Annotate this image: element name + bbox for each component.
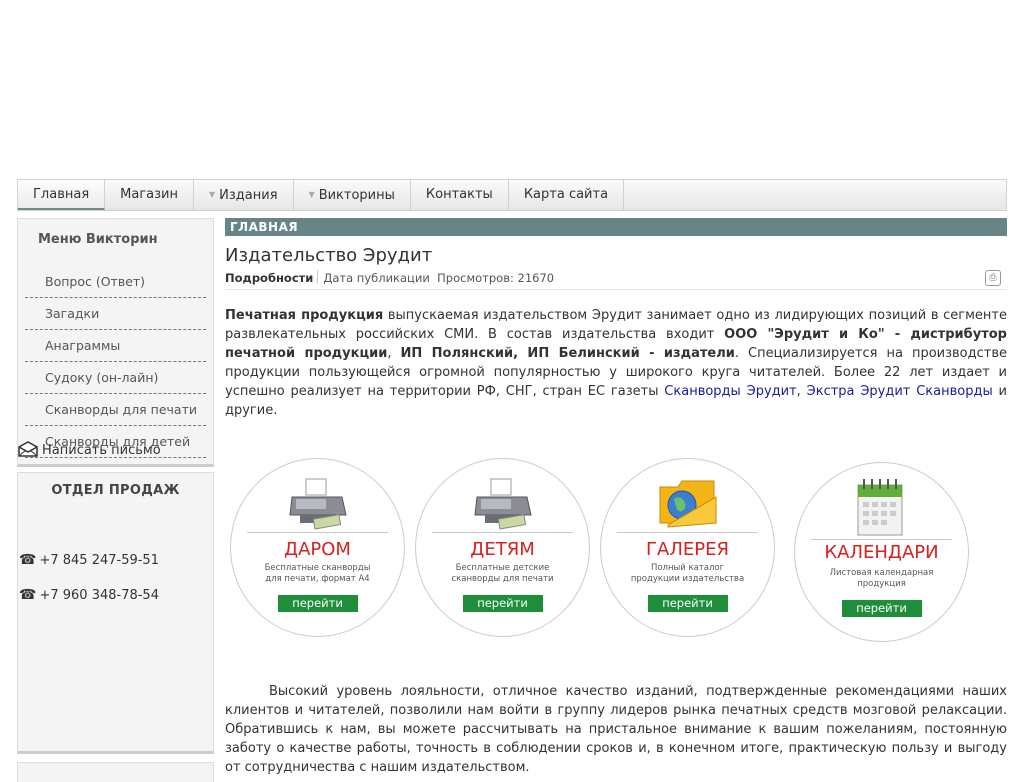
print-icon[interactable]: ⎙ bbox=[985, 270, 1001, 286]
nav-label: Издания bbox=[219, 188, 278, 203]
write-letter-label: Написать письмо bbox=[42, 443, 161, 458]
phone-icon: ☎ bbox=[19, 552, 37, 568]
phone-icon: ☎ bbox=[19, 587, 37, 603]
intro-text: , bbox=[796, 384, 807, 399]
intro-text: , bbox=[387, 346, 401, 361]
nav-label: Главная bbox=[33, 187, 90, 202]
printer-icon bbox=[288, 478, 347, 530]
write-letter-link[interactable]: Написать письмо bbox=[18, 441, 161, 458]
folder-globe-icon bbox=[659, 480, 716, 528]
card-divider bbox=[247, 532, 388, 533]
article-title: Издательство Эрудит bbox=[225, 245, 433, 266]
phone-number: +7 845 247-59-51 bbox=[39, 553, 159, 568]
nav-label: Викторины bbox=[318, 188, 395, 203]
meta-details: Подробности bbox=[225, 271, 314, 285]
intro-paragraph: Печатная продукция выпускаемая издательс… bbox=[225, 306, 1007, 420]
intro-bold: Печатная продукция bbox=[225, 308, 384, 323]
card-divider bbox=[811, 539, 952, 540]
card-desc: сканворды для печати bbox=[451, 574, 554, 584]
meta-publish-date: Дата публикации bbox=[323, 271, 430, 285]
menu-item-question-answer[interactable]: Вопрос (Ответ) bbox=[25, 266, 206, 298]
card-desc: для печати, формат А4 bbox=[265, 574, 370, 584]
sidebar: Меню Викторин Вопрос (Ответ) Загадки Ана… bbox=[17, 218, 214, 782]
card-desc: продукции издательства bbox=[630, 574, 745, 584]
intro-text: . bbox=[273, 403, 278, 418]
card-title: КАЛЕНДАРИ bbox=[824, 542, 939, 563]
intro-bold: ИП Полянский, ИП Белинский - издатели bbox=[400, 346, 735, 361]
phone-number: +7 960 348-78-54 bbox=[39, 588, 159, 603]
menu-item-riddles[interactable]: Загадки bbox=[25, 298, 206, 330]
card-title: ГАЛЕРЕЯ bbox=[646, 539, 729, 560]
card-title: ДАРОМ bbox=[284, 539, 351, 560]
sidebar-box bbox=[17, 762, 214, 782]
nav-label: Магазин bbox=[120, 187, 178, 202]
card-desc: Полный каталог bbox=[650, 563, 725, 573]
card-go-button[interactable]: перейти bbox=[277, 595, 358, 612]
meta-views: Просмотров: 21670 bbox=[437, 271, 555, 285]
nav-item-editions[interactable]: ▼ Издания bbox=[194, 180, 294, 210]
printer-icon bbox=[473, 478, 532, 530]
phone-line-2: ☎ +7 960 348-78-54 bbox=[19, 587, 159, 603]
intro-text: и bbox=[992, 384, 1007, 399]
card-desc: продукция bbox=[857, 579, 906, 589]
card-divider bbox=[617, 532, 758, 533]
quiz-menu-title: Меню Викторин bbox=[38, 232, 158, 247]
nav-label: Контакты bbox=[425, 187, 493, 202]
main-navigation: Главная Магазин ▼ Издания ▼ Викторины Конт… bbox=[17, 179, 1007, 211]
card-free: ДАРОМ Бесплатные сканворды для печати, ф… bbox=[230, 458, 405, 637]
link-scanwords-erudit[interactable]: Сканворды Эрудит bbox=[664, 384, 796, 399]
envelope-icon bbox=[18, 441, 38, 457]
card-gallery: ГАЛЕРЕЯ Полный каталог продукции издател… bbox=[600, 458, 775, 637]
meta-divider bbox=[317, 270, 319, 284]
card-go-button[interactable]: перейти bbox=[841, 600, 922, 617]
card-go-button[interactable]: перейти bbox=[462, 595, 543, 612]
quiz-menu-list: Вопрос (Ответ) Загадки Анаграммы Судоку … bbox=[25, 266, 206, 458]
card-desc: Бесплатные детские bbox=[455, 563, 550, 573]
card-title: ДЕТЯМ bbox=[470, 539, 535, 560]
sales-title: ОТДЕЛ ПРОДАЖ bbox=[51, 483, 180, 498]
nav-item-sitemap[interactable]: Карта сайта bbox=[509, 180, 625, 210]
menu-item-scanwords-print[interactable]: Сканворды для печати bbox=[25, 394, 206, 426]
card-calendars: КАЛЕНДАРИ Листовая календарная продукция… bbox=[794, 462, 969, 642]
nav-label: Карта сайта bbox=[523, 187, 609, 202]
link-extra-erudit[interactable]: Экстра Эрудит Сканворды bbox=[807, 384, 993, 399]
card-kids: ДЕТЯМ Бесплатные детские сканворды для п… bbox=[415, 458, 590, 637]
nav-item-shop[interactable]: Магазин bbox=[105, 180, 194, 210]
calendar-icon bbox=[857, 479, 902, 536]
dropdown-caret-icon: ▼ bbox=[209, 190, 216, 199]
intro-text: другие bbox=[225, 403, 274, 418]
body-paragraph: Высокий уровень лояльности, отличное кач… bbox=[225, 684, 1007, 775]
main-content: ГЛАВНАЯ Издательство Эрудит Подробности Д… bbox=[225, 218, 1007, 420]
dropdown-caret-icon: ▼ bbox=[308, 190, 315, 199]
phone-line-1: ☎ +7 845 247-59-51 bbox=[19, 552, 159, 568]
card-go-button[interactable]: перейти bbox=[647, 595, 728, 612]
card-desc: Бесплатные сканворды bbox=[264, 563, 371, 573]
menu-item-anagrams[interactable]: Анаграммы bbox=[25, 330, 206, 362]
card-divider bbox=[432, 532, 573, 533]
nav-item-contacts[interactable]: Контакты bbox=[411, 180, 509, 210]
menu-item-sudoku[interactable]: Судоку (он-лайн) bbox=[25, 362, 206, 394]
sales-department: ОТДЕЛ ПРОДАЖ bbox=[17, 472, 214, 754]
section-bar: ГЛАВНАЯ bbox=[225, 218, 1007, 236]
article-meta: Подробности Дата публикации Просмотров: 2… bbox=[225, 269, 1007, 290]
nav-item-quizzes[interactable]: ▼ Викторины bbox=[294, 180, 411, 210]
nav-item-home[interactable]: Главная bbox=[18, 180, 106, 210]
card-desc: Листовая календарная bbox=[829, 568, 934, 578]
quiz-menu: Меню Викторин Вопрос (Ответ) Загадки Ана… bbox=[17, 218, 214, 467]
